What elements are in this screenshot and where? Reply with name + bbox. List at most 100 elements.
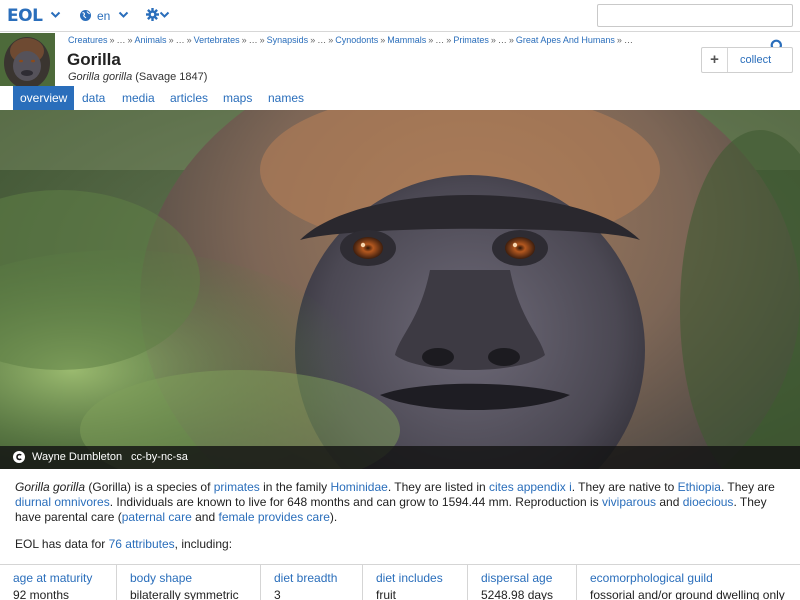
image-caption: Wayne Dumbleton cc-by-nc-sa [0, 446, 800, 469]
attribute-card[interactable]: body shape bilaterally symmetric [116, 565, 260, 600]
link-female-provides-care[interactable]: female provides care [218, 510, 329, 524]
breadcrumb-separator: » [428, 35, 434, 45]
link-hominidae[interactable]: Hominidae [330, 480, 387, 494]
breadcrumb-separator: » [109, 35, 115, 45]
link-dioecious[interactable]: dioecious [683, 495, 734, 509]
breadcrumb-separator: » [616, 35, 622, 45]
attribute-value: fruit [376, 588, 397, 600]
breadcrumb-ellipsis[interactable]: … [317, 35, 326, 45]
copyright-icon [13, 451, 25, 463]
link-ethiopia[interactable]: Ethiopia [678, 480, 721, 494]
breadcrumb-ellipsis[interactable]: … [117, 35, 126, 45]
breadcrumb-separator: » [259, 35, 265, 45]
breadcrumb-ellipsis[interactable]: … [498, 35, 507, 45]
breadcrumb-separator: » [127, 35, 133, 45]
breadcrumb-link[interactable]: Mammals [387, 35, 426, 45]
breadcrumb-separator: » [490, 35, 496, 45]
hero-image[interactable] [0, 110, 800, 469]
link-viviparous[interactable]: viviparous [602, 495, 656, 509]
attribute-value: 92 months [13, 588, 70, 600]
tab-overview[interactable]: overview [13, 86, 75, 110]
image-license[interactable]: cc-by-nc-sa [131, 451, 188, 463]
attribute-label[interactable]: body shape [130, 571, 192, 585]
search-input[interactable] [597, 4, 793, 27]
breadcrumb-link[interactable]: Primates [453, 35, 489, 45]
attribute-card[interactable]: diet includes fruit [362, 565, 467, 600]
breadcrumb-separator: » [380, 35, 386, 45]
attribute-value: fossorial and/or ground dwelling only [590, 588, 785, 600]
attribute-label[interactable]: age at maturity [13, 571, 92, 585]
breadcrumb-separator: » [186, 35, 192, 45]
breadcrumb-separator: » [508, 35, 514, 45]
data-note-text: EOL has data for [15, 537, 109, 551]
chevron-down-icon[interactable] [50, 9, 61, 20]
authority: (Savage 1847) [135, 71, 208, 83]
attribute-card[interactable]: diet breadth 3 [260, 565, 362, 600]
language-selector[interactable]: en [97, 9, 110, 23]
link-attributes[interactable]: 76 attributes [109, 537, 175, 551]
tab-maps[interactable]: maps [216, 86, 259, 110]
globe-icon[interactable] [79, 9, 92, 22]
breadcrumb-separator: » [241, 35, 247, 45]
breadcrumb-ellipsis[interactable]: … [435, 35, 444, 45]
breadcrumb-link[interactable]: Animals [135, 35, 167, 45]
attribute-label[interactable]: dispersal age [481, 571, 552, 585]
breadcrumb-link[interactable]: Great Apes And Humans [516, 35, 615, 45]
attributes-strip: age at maturity 92 months body shape bil… [0, 564, 800, 600]
link-cites[interactable]: cites appendix i [489, 480, 572, 494]
image-author[interactable]: Wayne Dumbleton [32, 451, 122, 463]
breadcrumb-ellipsis[interactable]: … [176, 35, 185, 45]
breadcrumb-separator: » [168, 35, 174, 45]
collect-button[interactable]: + collect [701, 47, 793, 73]
breadcrumb: Creatures»…» Animals»…» Vertebrates»…» Syna… [68, 35, 633, 45]
summary-text: . They are listed in [387, 480, 490, 494]
attribute-label[interactable]: ecomorphological guild [590, 571, 713, 585]
breadcrumb-link[interactable]: Creatures [68, 35, 108, 45]
summary-scientific-name: Gorilla gorilla [15, 480, 86, 494]
attribute-card[interactable]: dispersal age 5248.98 days [467, 565, 576, 600]
attribute-card[interactable]: age at maturity 92 months [0, 565, 116, 600]
breadcrumb-link[interactable]: Vertebrates [194, 35, 240, 45]
summary-text: (Gorilla) is a species of [85, 480, 214, 494]
summary-text: and [191, 510, 219, 524]
attribute-value: 3 [274, 588, 281, 600]
attribute-label[interactable]: diet includes [376, 571, 443, 585]
top-bar: EOL en [0, 0, 800, 32]
chevron-down-icon[interactable] [159, 9, 170, 20]
page-tabs: overview data media articles maps names [0, 86, 800, 110]
species-thumbnail[interactable] [0, 33, 55, 86]
gear-icon[interactable] [146, 8, 159, 21]
scientific-name-italic: Gorilla gorilla [68, 71, 133, 83]
link-diurnal-omnivores[interactable]: diurnal omnivores [15, 495, 110, 509]
summary-text: ). [329, 510, 338, 524]
tab-media[interactable]: media [115, 86, 162, 110]
data-note: EOL has data for 76 attributes, includin… [15, 537, 232, 551]
plus-icon: + [702, 48, 728, 72]
breadcrumb-separator: » [310, 35, 316, 45]
page-title: Gorilla [67, 50, 121, 69]
scientific-name: Gorilla gorilla (Savage 1847) [68, 71, 207, 83]
breadcrumb-link[interactable]: Synapsids [267, 35, 309, 45]
attribute-value: bilaterally symmetric [130, 588, 239, 600]
collect-label: collect [740, 54, 772, 66]
species-summary: Gorilla gorilla (Gorilla) is a species o… [15, 480, 790, 525]
tab-articles[interactable]: articles [163, 86, 215, 110]
link-paternal-care[interactable]: paternal care [122, 510, 192, 524]
summary-text: and [656, 495, 683, 509]
breadcrumb-link[interactable]: Cynodonts [335, 35, 378, 45]
attribute-value: 5248.98 days [481, 588, 554, 600]
summary-text: . Individuals are known to live for 648 … [109, 495, 602, 509]
data-note-text: , including: [174, 537, 233, 551]
tab-data[interactable]: data [75, 86, 112, 110]
eol-logo[interactable]: EOL [7, 6, 43, 26]
summary-text: in the family [259, 480, 331, 494]
attribute-label[interactable]: diet breadth [274, 571, 337, 585]
breadcrumb-ellipsis[interactable]: … [624, 35, 633, 45]
summary-text: . They are [720, 480, 775, 494]
link-primates[interactable]: primates [214, 480, 260, 494]
breadcrumb-ellipsis[interactable]: … [249, 35, 258, 45]
chevron-down-icon[interactable] [118, 9, 129, 20]
tab-names[interactable]: names [261, 86, 311, 110]
summary-text: . They are native to [571, 480, 678, 494]
attribute-card[interactable]: ecomorphological guild fossorial and/or … [576, 565, 800, 600]
